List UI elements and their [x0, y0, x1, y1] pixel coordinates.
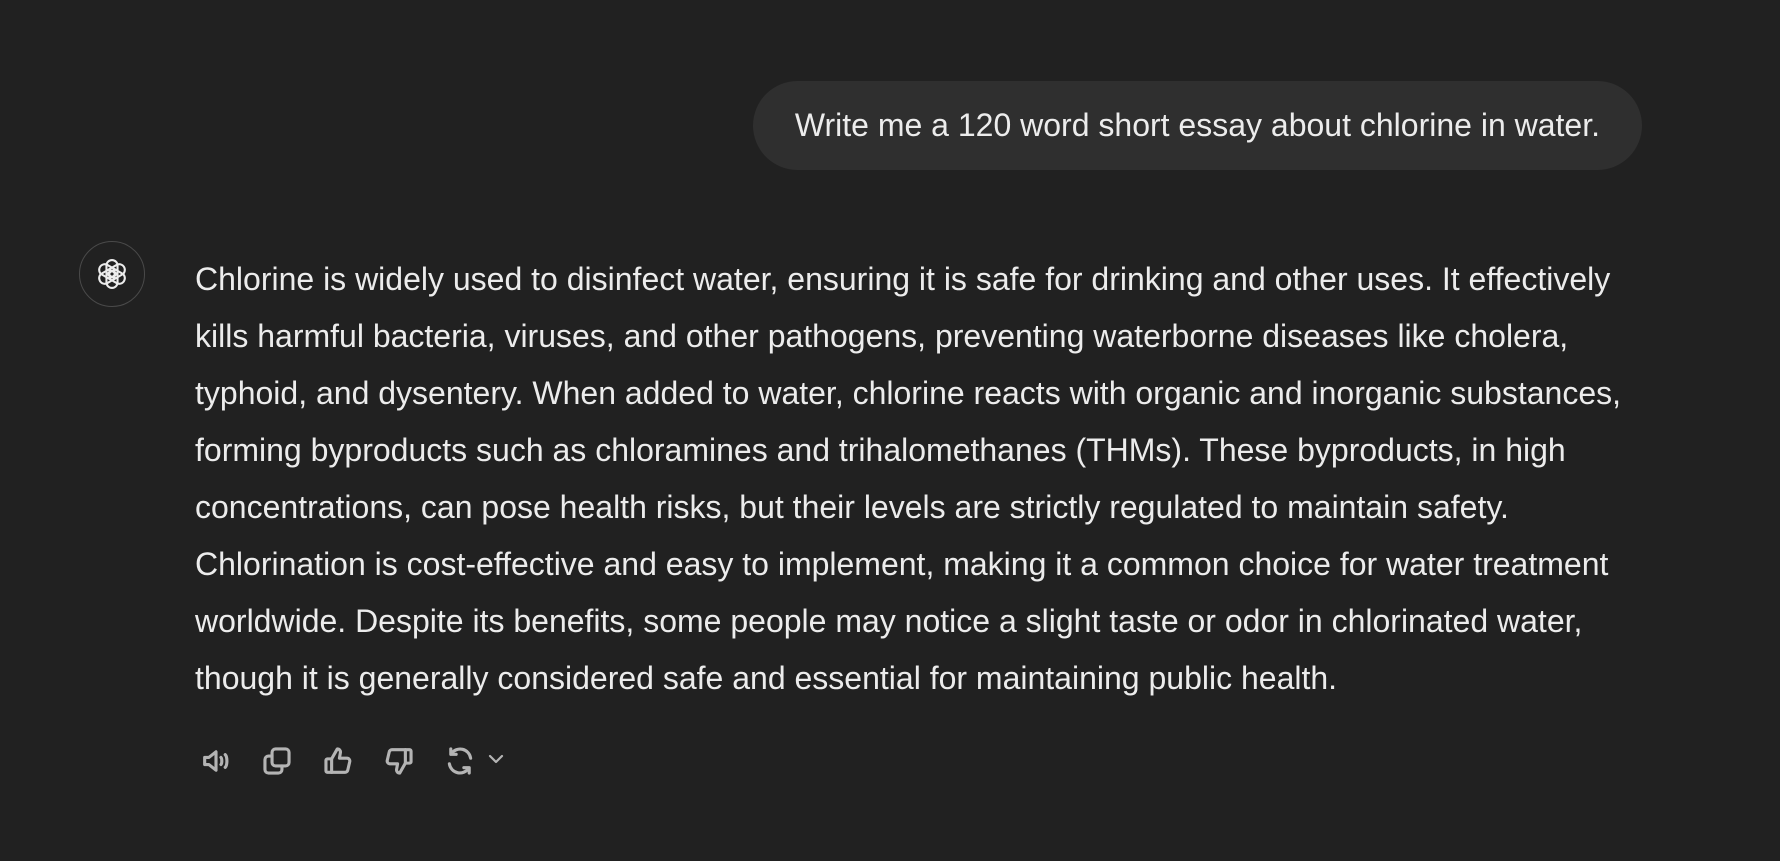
copy-icon	[263, 747, 291, 775]
openai-logo-icon	[98, 259, 126, 289]
assistant-text-line: worldwide. Despite its benefits, some pe…	[195, 603, 1583, 639]
copy-button[interactable]	[257, 741, 297, 781]
user-message-text: Write me a 120 word short essay about ch…	[794, 107, 1600, 143]
model-switch-dropdown[interactable]	[484, 747, 508, 776]
thumbs-down-icon	[385, 748, 413, 775]
good-response-button[interactable]	[318, 741, 358, 781]
bad-response-button[interactable]	[379, 741, 419, 781]
chevron-down-icon	[488, 754, 504, 763]
assistant-text-line: though it is generally considered safe a…	[195, 660, 1338, 696]
assistant-message-text: Chlorine is widely used to disinfect wat…	[195, 251, 1655, 707]
thumbs-up-icon	[324, 747, 352, 774]
regenerate-icon-wrap[interactable]	[440, 741, 480, 781]
message-action-bar	[196, 741, 508, 781]
assistant-text-line: Chlorination is cost-effective and easy …	[195, 546, 1609, 582]
user-message-bubble: Write me a 120 word short essay about ch…	[752, 81, 1642, 170]
assistant-text-line: forming byproducts such as chloramines a…	[195, 432, 1566, 468]
assistant-avatar	[79, 241, 145, 307]
chat-page: Write me a 120 word short essay about ch…	[0, 0, 1780, 861]
regenerate-button[interactable]	[440, 741, 508, 781]
assistant-text-line: typhoid, and dysentery. When added to wa…	[195, 375, 1622, 411]
regenerate-icon	[447, 747, 473, 775]
read-aloud-button[interactable]	[196, 741, 236, 781]
assistant-text-line: concentrations, can pose health risks, b…	[195, 489, 1509, 525]
assistant-text-line: kills harmful bacteria, viruses, and oth…	[195, 318, 1569, 354]
assistant-text-line: Chlorine is widely used to disinfect wat…	[195, 261, 1611, 297]
speaker-icon	[203, 750, 229, 772]
